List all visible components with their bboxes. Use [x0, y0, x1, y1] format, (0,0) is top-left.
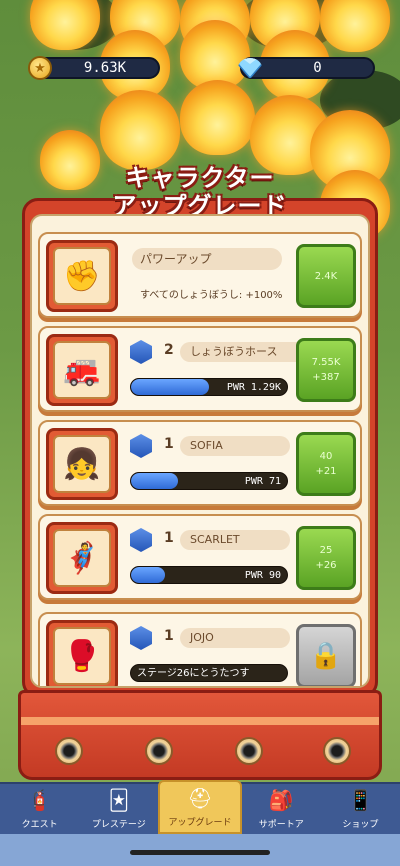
level-icon	[130, 626, 152, 650]
level-icon	[130, 528, 152, 552]
home-indicator[interactable]	[130, 850, 270, 855]
level-icon	[130, 340, 152, 364]
power-bar: PWR 71	[130, 472, 288, 490]
gem-counter: 0	[238, 57, 375, 79]
power-bar-fill	[131, 379, 209, 395]
scarlet-avatar: 🦸	[53, 529, 111, 587]
card-clip: 🥊 1 JOJO ステージ26にとうたつす 🔒	[30, 608, 370, 686]
power-value: PWR 71	[244, 476, 281, 487]
portrait-sofia: 👧	[46, 428, 118, 500]
character-card-sofia: 👧 1 SOFIA PWR 71 40 +21	[38, 420, 362, 506]
portrait-scarlet: 🦸	[46, 522, 118, 594]
power-bar: PWR 90	[130, 566, 288, 584]
power-up-description: すべてのしょうぼうし: +100%	[140, 290, 283, 301]
power-bar-fill	[131, 473, 178, 489]
power-up-title: パワーアップ	[132, 248, 282, 270]
upgrade-button-sofia[interactable]: 40 +21	[296, 432, 356, 496]
knob-icon	[55, 737, 83, 765]
upgrade-gain: +26	[315, 560, 337, 571]
character-name: JOJO	[180, 628, 290, 648]
knob-icon	[145, 737, 173, 765]
knob-icon	[323, 737, 351, 765]
character-name: SCARLET	[180, 530, 290, 550]
cards-icon: 🃏	[108, 788, 130, 812]
sofia-avatar: 👧	[53, 435, 111, 493]
power-bar: PWR 1.29K	[130, 378, 288, 396]
hose-icon: 🚒	[53, 341, 111, 399]
portrait-jojo: 🥊	[46, 620, 118, 686]
fist-icon: ✊	[53, 247, 111, 305]
character-card-hose: 🚒 2 しょうぼうホース PWR 1.29K 7.55K +387	[38, 326, 362, 412]
gem-value: 0	[313, 60, 322, 76]
character-card-jojo: 🥊 1 JOJO ステージ26にとうたつす 🔒	[38, 612, 362, 686]
tab-quest[interactable]: 🧯 クエスト	[0, 784, 79, 834]
upgrade-cost: 7.55K	[311, 357, 341, 368]
power-value: PWR 90	[244, 570, 281, 581]
gem-icon	[238, 58, 262, 78]
unlock-requirement: ステージ26にとうたつす	[137, 668, 250, 679]
jojo-avatar: 🥊	[53, 627, 111, 685]
tab-label: クエスト	[21, 820, 58, 830]
power-value: PWR 1.29K	[226, 382, 281, 393]
phone-icon: 📱	[347, 788, 373, 812]
coin-value: 9.63K	[83, 60, 127, 76]
power-up-cost: 2.4K	[314, 270, 338, 282]
locked-button[interactable]: 🔒	[296, 624, 356, 686]
level-number: 2	[164, 342, 174, 358]
tab-label: ショップ	[342, 820, 379, 830]
upgrade-button-scarlet[interactable]: 25 +26	[296, 526, 356, 590]
power-up-buy-button[interactable]: 2.4K	[296, 244, 356, 308]
character-name: SOFIA	[180, 436, 290, 456]
coin-counter: ★ 9.63K	[28, 56, 160, 80]
character-card-scarlet: 🦸 1 SCARLET PWR 90 25 +26	[38, 514, 362, 600]
upgrade-cost: 40	[319, 451, 333, 462]
portrait-hose: 🚒	[46, 334, 118, 406]
level-number: 1	[164, 530, 174, 546]
tab-prestige[interactable]: 🃏 プレステージ	[79, 784, 158, 834]
knob-icon	[235, 737, 263, 765]
portrait-power: ✊	[46, 240, 118, 312]
helmet-icon: ⛑	[187, 786, 213, 810]
power-bar-fill	[131, 567, 166, 583]
upgrade-gain: +21	[315, 466, 337, 477]
level-icon	[130, 434, 152, 458]
panel-base	[18, 690, 382, 780]
coin-icon: ★	[28, 56, 52, 80]
tab-label: サポートア	[258, 820, 304, 830]
extinguisher-icon: 🧯	[27, 788, 53, 812]
bottom-tab-bar: 🧯 クエスト 🃏 プレステージ ⛑ アップグレード 🎒 サポートア 📱 ショップ	[0, 780, 400, 834]
tab-label: プレステージ	[91, 820, 146, 830]
tab-upgrade[interactable]: ⛑ アップグレード	[158, 780, 242, 834]
level-number: 1	[164, 628, 174, 644]
unlock-requirement-bar: ステージ26にとうたつす	[130, 664, 288, 682]
tab-label: アップグレード	[168, 818, 232, 828]
upgrade-button-hose[interactable]: 7.55K +387	[296, 338, 356, 402]
lock-icon: 🔒	[309, 641, 343, 671]
tab-support[interactable]: 🎒 サポートア	[242, 784, 321, 834]
backpack-icon: 🎒	[268, 788, 294, 812]
upgrade-gain: +387	[312, 372, 340, 383]
tab-shop[interactable]: 📱 ショップ	[321, 784, 400, 834]
level-number: 1	[164, 436, 174, 452]
power-up-card: ✊ パワーアップ すべてのしょうぼうし: +100% 2.4K	[38, 232, 362, 318]
upgrade-cost: 25	[319, 545, 333, 556]
